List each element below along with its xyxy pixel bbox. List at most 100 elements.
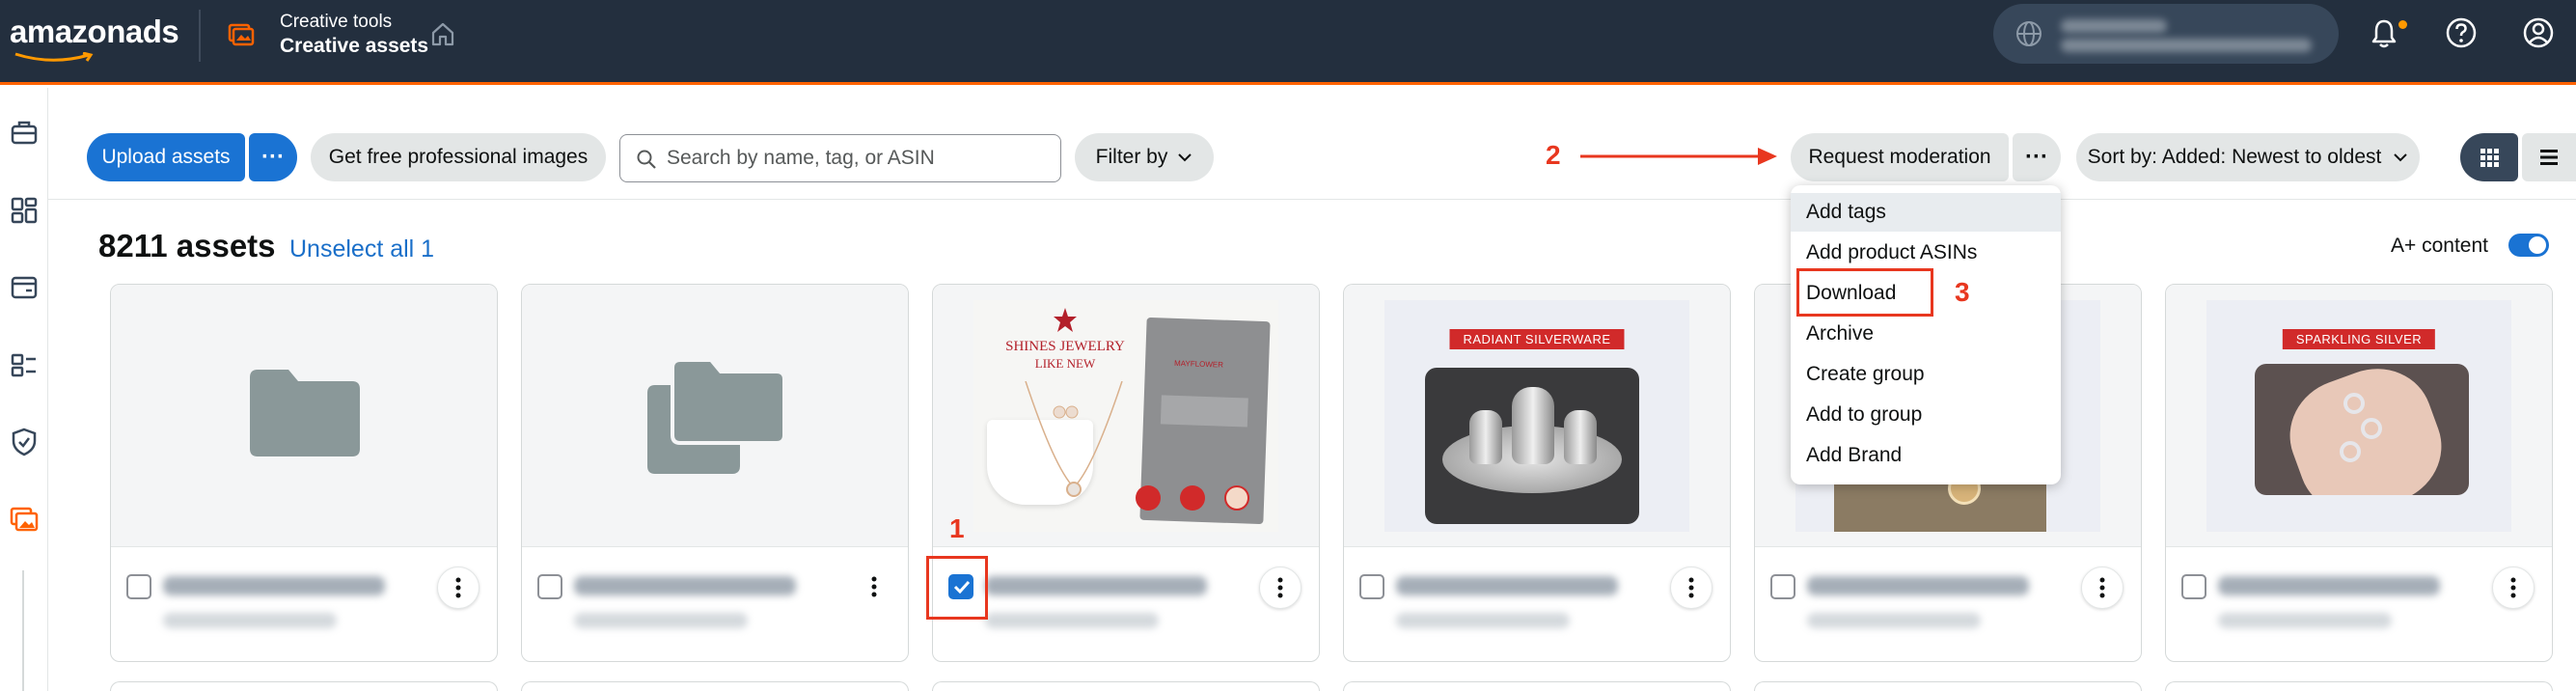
brand-safety-icon[interactable] — [8, 426, 41, 458]
asset-options-button[interactable] — [2492, 567, 2535, 609]
asset-card[interactable] — [521, 681, 909, 691]
asset-options-button[interactable] — [1670, 567, 1713, 609]
search-box[interactable] — [619, 134, 1061, 182]
header-divider — [199, 10, 201, 62]
wallet-icon[interactable] — [8, 271, 41, 304]
asset-name-redacted — [163, 576, 385, 595]
sort-dropdown[interactable]: Sort by: Added: Newest to oldest — [2076, 133, 2420, 181]
asset-card[interactable] — [110, 284, 498, 662]
asset-card[interactable] — [1343, 681, 1731, 691]
asset-thumbnail[interactable]: RADIANT SILVERWARE — [1344, 285, 1730, 547]
menu-item-add-product-asins[interactable]: Add product ASINs — [1791, 234, 2061, 272]
asset-count: 8211 assets — [98, 228, 276, 263]
asset-checkbox[interactable] — [537, 574, 562, 599]
search-input[interactable] — [667, 143, 1053, 174]
kebab-icon — [1688, 577, 1694, 598]
silverware-product-image: RADIANT SILVERWARE — [1384, 300, 1689, 532]
request-moderation-button[interactable]: Request moderation — [1791, 133, 2009, 181]
ring — [2361, 418, 2382, 439]
cloth-label — [1160, 395, 1248, 428]
asset-options-button[interactable] — [437, 567, 480, 609]
asset-options-button[interactable] — [858, 570, 891, 603]
aplus-content-toggle[interactable] — [2508, 234, 2549, 257]
toggle-knob — [2529, 236, 2546, 254]
unselect-all-link[interactable]: Unselect all 1 — [289, 235, 434, 263]
asset-name-redacted — [1396, 576, 1618, 595]
help-icon[interactable] — [2445, 16, 2478, 49]
badge-icon — [1224, 485, 1249, 511]
cloth-brand: MAYFLOWER — [1173, 358, 1224, 370]
asset-checkbox[interactable] — [1770, 574, 1795, 599]
bell-icon[interactable] — [2368, 16, 2400, 49]
asset-checkbox[interactable] — [2181, 574, 2206, 599]
account-detail-redacted — [2061, 39, 2312, 52]
menu-item-add-brand[interactable]: Add Brand — [1791, 436, 2061, 475]
ad-ribbon: RADIANT SILVERWARE — [1449, 329, 1625, 349]
product-photo — [1425, 368, 1639, 524]
asset-meta-redacted — [2218, 613, 2392, 628]
asset-meta-redacted — [163, 613, 337, 628]
logo-smile-icon — [14, 52, 94, 62]
asset-card[interactable]: RADIANT SILVERWARE — [1343, 284, 1731, 662]
kebab-icon — [455, 577, 461, 598]
menu-item-archive[interactable]: Archive — [1791, 315, 2061, 353]
asset-thumbnail[interactable]: SHINES JEWELRY LIKE NEW MAYFLOWER — [933, 285, 1319, 547]
menu-item-add-to-group[interactable]: Add to group — [1791, 396, 2061, 434]
ring — [2343, 393, 2365, 414]
asset-thumbnail[interactable] — [111, 285, 497, 547]
list-view-toggle[interactable] — [2522, 133, 2576, 181]
asset-card[interactable] — [2165, 681, 2553, 691]
filter-by-dropdown[interactable]: Filter by — [1075, 133, 1214, 181]
dashboard-icon[interactable] — [8, 194, 41, 227]
asset-meta-redacted — [1807, 613, 1981, 628]
asset-card-selected[interactable]: SHINES JEWELRY LIKE NEW MAYFLOWER — [932, 284, 1320, 662]
asset-card[interactable] — [110, 681, 498, 691]
left-navigation-rail — [0, 88, 48, 691]
asset-card[interactable] — [1754, 681, 2142, 691]
upload-assets-button[interactable]: Upload assets — [87, 133, 245, 181]
breadcrumb-parent[interactable]: Creative tools — [280, 12, 392, 33]
chevron-down-icon — [1178, 153, 1192, 162]
asset-checkbox[interactable] — [1359, 574, 1384, 599]
asset-card[interactable]: SPARKLING SILVER — [2165, 284, 2553, 662]
toolbar-divider — [48, 199, 2576, 200]
aplus-content-label: A+ content — [2391, 235, 2488, 257]
campaigns-icon[interactable] — [8, 117, 41, 150]
asset-checkbox[interactable] — [126, 574, 151, 599]
chevron-down-icon — [2394, 153, 2408, 162]
top-nav-bar: amazonads Creative tools Creative assets — [0, 0, 2576, 85]
kebab-icon — [2510, 577, 2516, 598]
annotation-step-3: 3 — [1955, 277, 1970, 307]
menu-item-create-group[interactable]: Create group — [1791, 355, 2061, 394]
home-icon[interactable] — [428, 19, 457, 48]
upload-more-button[interactable]: ··· — [249, 133, 297, 181]
group-folder-icon — [647, 358, 786, 474]
asset-thumbnail[interactable] — [522, 285, 908, 547]
account-selector[interactable] — [1993, 4, 2339, 64]
ring — [2340, 441, 2361, 462]
asset-meta-redacted — [574, 613, 748, 628]
kebab-icon — [871, 576, 877, 597]
teapot — [1512, 387, 1554, 464]
asset-name-redacted — [574, 576, 796, 595]
products-icon[interactable] — [8, 348, 41, 381]
user-icon[interactable] — [2522, 16, 2555, 49]
annotation-box-checkbox — [926, 556, 988, 620]
logo-text: amazonads — [10, 14, 179, 49]
amazon-ads-logo[interactable]: amazonads — [10, 14, 179, 62]
sort-label: Sort by: Added: Newest to oldest — [2087, 146, 2382, 168]
menu-item-add-tags[interactable]: Add tags — [1791, 193, 2061, 232]
asset-card[interactable] — [521, 284, 909, 662]
asset-thumbnail[interactable]: SPARKLING SILVER — [2166, 285, 2552, 547]
asset-name-redacted — [1807, 576, 2029, 595]
grid-view-toggle[interactable] — [2460, 133, 2518, 181]
asset-card[interactable] — [932, 681, 1320, 691]
asset-options-button[interactable] — [1259, 567, 1302, 609]
asset-name-redacted — [985, 576, 1207, 595]
more-actions-button[interactable]: ··· — [2013, 133, 2061, 181]
app-switcher-icon[interactable] — [226, 19, 255, 48]
get-professional-images-button[interactable]: Get free professional images — [311, 133, 606, 181]
asset-options-button[interactable] — [2081, 567, 2124, 609]
creative-assets-icon[interactable] — [8, 503, 41, 536]
folder-icon — [250, 370, 360, 456]
